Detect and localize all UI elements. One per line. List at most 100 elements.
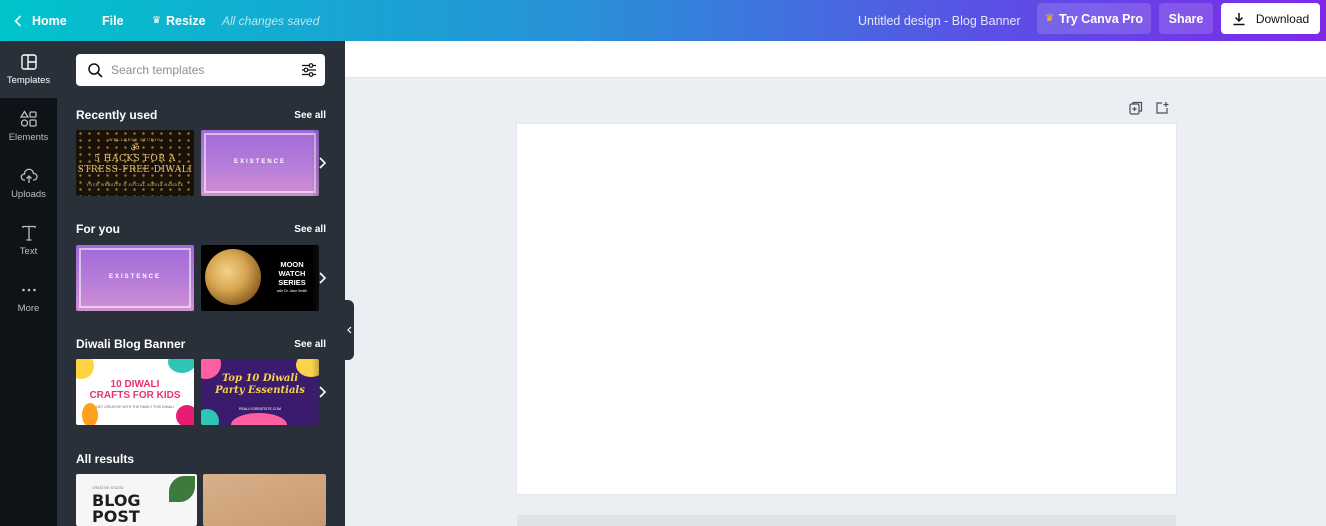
chevron-right-icon bbox=[318, 386, 326, 398]
file-label: File bbox=[102, 13, 124, 28]
section-title: All results bbox=[76, 452, 135, 466]
home-label: Home bbox=[32, 13, 67, 28]
elements-icon bbox=[19, 110, 37, 127]
thumb-line: POST bbox=[92, 507, 140, 526]
rail-label: Elements bbox=[8, 132, 49, 143]
chevron-right-icon bbox=[318, 157, 326, 169]
decor-blob bbox=[76, 359, 94, 379]
thumb-line: Top 10 Diwali bbox=[222, 373, 298, 384]
search-icon bbox=[88, 62, 103, 78]
crown-icon: ♛ bbox=[152, 15, 161, 26]
thumb-line: WATCH bbox=[278, 269, 306, 278]
template-thumb-blog-post[interactable]: CREATIVE STUDIO BLOG POST bbox=[76, 474, 197, 526]
section-diwali-blog-banner: Diwali Blog Banner See all bbox=[76, 337, 326, 351]
leaf-image bbox=[169, 476, 195, 502]
decor-blob bbox=[231, 413, 287, 425]
save-status: All changes saved bbox=[222, 13, 320, 28]
chevron-right-icon bbox=[318, 272, 326, 284]
duplicate-page-icon[interactable] bbox=[1129, 101, 1143, 115]
template-thumb-existence[interactable]: EXISTENCE bbox=[76, 245, 194, 311]
section-recently-used: Recently used See all bbox=[76, 108, 326, 122]
page-tools bbox=[1129, 101, 1169, 115]
file-menu-button[interactable]: File bbox=[102, 0, 124, 41]
thumb-line: SERIES bbox=[278, 278, 306, 287]
templates-panel: Search templates Recently used See all ॐ… bbox=[57, 41, 345, 526]
thumb-text: EXISTENCE bbox=[108, 274, 161, 280]
thumb-line: 5 HACKS FOR A bbox=[94, 154, 176, 164]
template-thumb-shadow-photo[interactable] bbox=[203, 474, 326, 526]
next-arrow-button[interactable] bbox=[312, 130, 332, 196]
document-title[interactable]: Untitled design - Blog Banner bbox=[858, 0, 1021, 41]
template-thumb-moon-watch[interactable]: MOON WATCH SERIES with Dr. Jane Smith bbox=[201, 245, 319, 311]
see-all-link[interactable]: See all bbox=[294, 110, 326, 121]
thumb-footer: GET CREATIVE WITH THE FAMILY THIS DIWALI bbox=[95, 405, 175, 409]
section-title: Recently used bbox=[76, 108, 158, 122]
section-for-you: For you See all bbox=[76, 222, 326, 236]
uploads-icon bbox=[20, 168, 38, 183]
download-button[interactable]: Download bbox=[1221, 3, 1320, 34]
try-canva-pro-label: Try Canva Pro bbox=[1058, 11, 1144, 26]
rail-label: Text bbox=[19, 246, 38, 257]
home-button[interactable]: Home bbox=[14, 0, 67, 41]
rail-label: Uploads bbox=[11, 189, 46, 200]
see-all-link[interactable]: See all bbox=[294, 224, 326, 235]
thumb-text: MOON WATCH SERIES bbox=[271, 260, 313, 287]
rail-item-templates[interactable]: Templates bbox=[0, 41, 57, 98]
thumb-text: Top 10 Diwali Party Essentials bbox=[209, 373, 311, 397]
rail-item-uploads[interactable]: Uploads bbox=[0, 155, 57, 212]
section-all-results: All results bbox=[76, 452, 326, 466]
share-button[interactable]: Share bbox=[1159, 3, 1213, 34]
thumb-text: WELLNESS STUDIO bbox=[108, 138, 161, 142]
thumb-text: 10 DIWALI CRAFTS FOR KIDS bbox=[76, 379, 194, 401]
decor-blob bbox=[201, 409, 219, 425]
rail-label: Templates bbox=[6, 75, 51, 86]
moon-image bbox=[205, 249, 261, 305]
thumb-text: EXISTENCE bbox=[233, 159, 286, 165]
section-title: Diwali Blog Banner bbox=[76, 337, 186, 351]
text-icon bbox=[21, 225, 36, 241]
filter-icon[interactable] bbox=[301, 62, 317, 78]
template-thumb-diwali-party[interactable]: Top 10 Diwali Party Essentials REALLYGREA… bbox=[201, 359, 319, 425]
next-arrow-button[interactable] bbox=[312, 359, 332, 425]
collapse-panel-button[interactable] bbox=[345, 300, 354, 360]
thumb-line: 10 DIWALI bbox=[110, 379, 160, 390]
editor-toolbar bbox=[345, 41, 1326, 78]
try-canva-pro-button[interactable]: ♛ Try Canva Pro bbox=[1037, 3, 1151, 34]
section-title: For you bbox=[76, 222, 120, 236]
add-page-icon[interactable] bbox=[1155, 101, 1169, 115]
design-page[interactable] bbox=[517, 124, 1176, 494]
thumb-text: BLOG POST bbox=[92, 493, 141, 525]
thumb-line: Party Essentials bbox=[215, 385, 305, 396]
thumb-footer: YOUR WEBSITE & SOCIAL MEDIA HANDLE bbox=[86, 183, 184, 187]
chevron-left-icon bbox=[347, 326, 352, 334]
top-bar: Home File ♛ Resize All changes saved Unt… bbox=[0, 0, 1326, 41]
rail-item-text[interactable]: Text bbox=[0, 212, 57, 269]
more-icon bbox=[21, 288, 36, 292]
rail-label: More bbox=[17, 303, 40, 314]
search-templates-input[interactable]: Search templates bbox=[76, 54, 325, 86]
thumb-line: STRESS-FREE DIWALI bbox=[77, 165, 193, 175]
download-icon bbox=[1233, 12, 1245, 25]
side-rail: Templates Elements Uploads Text More bbox=[0, 41, 57, 526]
templates-icon bbox=[20, 54, 37, 70]
thumb-footer: REALLYGREATSITE.COM bbox=[239, 407, 281, 411]
template-thumb-diwali-hacks[interactable]: ॐ WELLNESS STUDIO 5 HACKS FOR A STRESS-FR… bbox=[76, 130, 194, 196]
thumb-text: 5 HACKS FOR A STRESS-FREE DIWALI bbox=[76, 154, 194, 176]
thumb-footer: with Dr. Jane Smith bbox=[276, 289, 308, 293]
download-label: Download bbox=[1255, 11, 1310, 26]
template-thumb-existence[interactable]: EXISTENCE bbox=[201, 130, 319, 196]
next-arrow-button[interactable] bbox=[312, 245, 332, 311]
thumb-kicker: CREATIVE STUDIO bbox=[92, 486, 124, 490]
chevron-left-icon bbox=[14, 14, 22, 27]
resize-label: Resize bbox=[165, 13, 206, 28]
next-design-page[interactable] bbox=[517, 515, 1176, 526]
decor-blob bbox=[168, 359, 194, 373]
thumb-line: CRAFTS FOR KIDS bbox=[89, 390, 181, 401]
search-placeholder: Search templates bbox=[111, 63, 205, 77]
template-thumb-diwali-crafts[interactable]: 10 DIWALI CRAFTS FOR KIDS GET CREATIVE WI… bbox=[76, 359, 194, 425]
crown-icon: ♛ bbox=[1044, 13, 1054, 24]
see-all-link[interactable]: See all bbox=[294, 339, 326, 350]
resize-button[interactable]: ♛ Resize bbox=[152, 0, 206, 41]
rail-item-elements[interactable]: Elements bbox=[0, 98, 57, 155]
rail-item-more[interactable]: More bbox=[0, 269, 57, 326]
